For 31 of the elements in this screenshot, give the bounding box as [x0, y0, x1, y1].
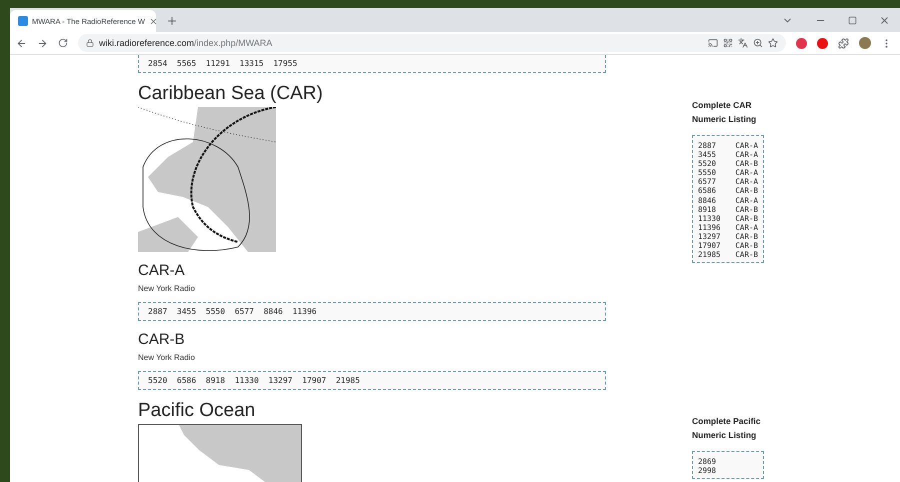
- frequency-listing: 2887 3455 5550 6577 8846 11396: [138, 302, 606, 321]
- subsection-heading: CAR-A: [138, 262, 186, 280]
- station-name: New York Radio: [138, 353, 196, 362]
- new-tab-icon[interactable]: [166, 15, 178, 27]
- avatar-icon[interactable]: [859, 37, 871, 49]
- maximize-icon[interactable]: [848, 16, 857, 24]
- star-icon[interactable]: [768, 38, 778, 48]
- listing-title: Complete Pacific Numeric Listing: [692, 415, 762, 442]
- lock-icon: [86, 39, 94, 47]
- close-icon[interactable]: [148, 16, 158, 26]
- subsection-heading: CAR-B: [138, 331, 186, 349]
- close-icon[interactable]: [879, 14, 890, 26]
- reload-icon[interactable]: [58, 38, 68, 48]
- listing-title: Complete CAR Numeric Listing: [692, 99, 758, 126]
- back-icon[interactable]: [16, 38, 27, 48]
- section-heading: Caribbean Sea (CAR): [138, 83, 324, 105]
- station-name: New York Radio: [138, 284, 196, 293]
- puzzle-icon[interactable]: [838, 38, 849, 48]
- extension-icon[interactable]: [796, 38, 807, 48]
- site-favicon-icon: [18, 16, 28, 26]
- forward-icon[interactable]: [37, 38, 48, 48]
- frequency-listing: 2854 5565 11291 13315 17955: [138, 55, 606, 73]
- qr-code-icon[interactable]: [723, 38, 733, 48]
- address-bar[interactable]: wiki.radioreference.com/index.php/MWARA: [78, 34, 786, 52]
- zoom-icon[interactable]: [753, 38, 763, 48]
- url-text: wiki.radioreference.com/index.php/MWARA: [99, 38, 272, 48]
- translate-icon[interactable]: [738, 38, 748, 48]
- extension-icon[interactable]: [817, 38, 828, 48]
- section-heading: Pacific Ocean: [138, 400, 256, 422]
- cast-icon[interactable]: [708, 38, 718, 48]
- frequency-listing: 5520 6586 8918 11330 13297 17907 21985: [138, 371, 606, 390]
